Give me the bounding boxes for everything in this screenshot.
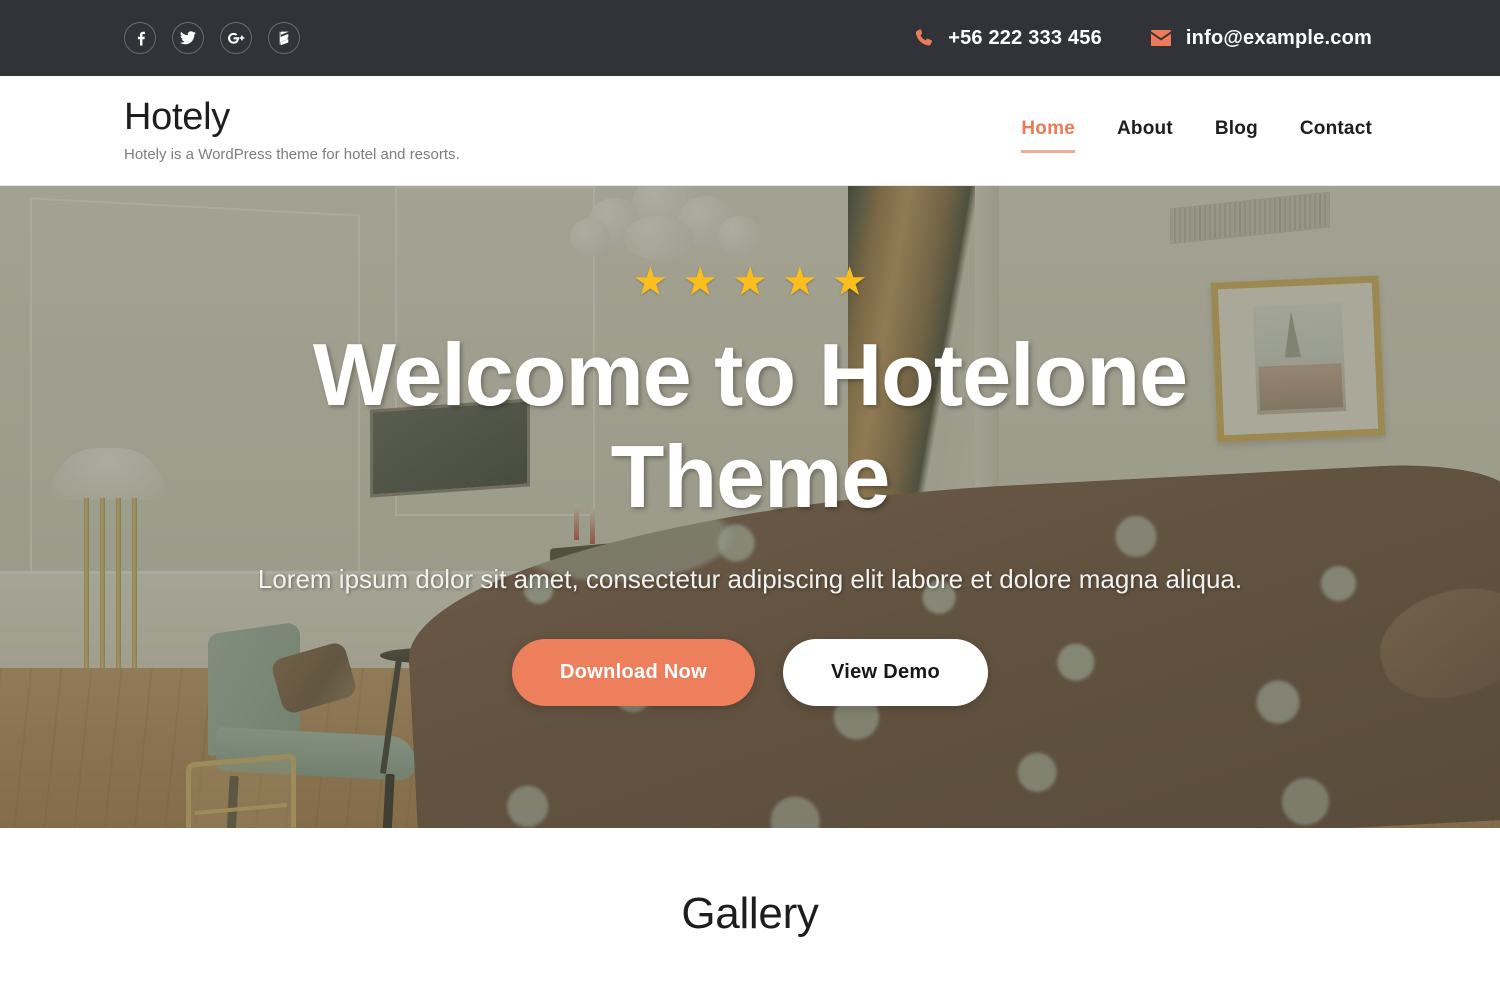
hero-heading: Welcome to Hotelone Theme <box>312 325 1188 527</box>
site-tagline: Hotely is a WordPress theme for hotel an… <box>124 145 460 163</box>
phone-number: +56 222 333 456 <box>948 26 1102 49</box>
topbar-contact: +56 222 333 456 info@example.com <box>915 27 1372 50</box>
top-bar: +56 222 333 456 info@example.com <box>0 0 1500 76</box>
rating-stars: ★ ★ ★ ★ ★ <box>632 262 867 302</box>
view-demo-button[interactable]: View Demo <box>782 639 988 707</box>
site-header: Hotely Hotely is a WordPress theme for h… <box>0 76 1500 186</box>
gallery-heading: Gallery <box>681 889 819 938</box>
hero-subtitle: Lorem ipsum dolor sit amet, consectetur … <box>257 564 1243 595</box>
star-icon: ★ <box>732 260 768 304</box>
twitter-icon[interactable] <box>172 22 204 54</box>
main-navigation: Home About Blog Contact <box>1021 118 1372 153</box>
phone-icon <box>915 28 934 48</box>
envelope-icon <box>1150 29 1172 47</box>
hero-section: ★ ★ ★ ★ ★ Welcome to Hotelone Theme Lore… <box>0 186 1500 828</box>
email-address: info@example.com <box>1185 26 1372 49</box>
nav-item-home[interactable]: Home <box>1021 118 1075 153</box>
email-contact[interactable]: info@example.com <box>1150 27 1372 50</box>
hero-actions: Download Now View Demo <box>512 639 988 707</box>
branding: Hotely Hotely is a WordPress theme for h… <box>124 97 460 163</box>
google-plus-icon[interactable] <box>220 22 252 54</box>
nav-item-contact[interactable]: Contact <box>1300 118 1372 144</box>
nav-item-about[interactable]: About <box>1117 118 1173 144</box>
star-icon: ★ <box>831 260 868 304</box>
phone-contact[interactable]: +56 222 333 456 <box>915 27 1102 50</box>
houzz-icon[interactable] <box>268 22 300 54</box>
nav-item-blog[interactable]: Blog <box>1215 118 1258 144</box>
site-title[interactable]: Hotely <box>124 97 460 138</box>
gallery-section: Gallery <box>0 828 1500 1000</box>
facebook-icon[interactable] <box>124 22 156 54</box>
star-icon: ★ <box>632 260 669 304</box>
star-icon: ★ <box>682 260 719 304</box>
download-now-button[interactable]: Download Now <box>512 639 755 707</box>
star-icon: ★ <box>781 260 818 304</box>
social-links <box>124 22 300 54</box>
